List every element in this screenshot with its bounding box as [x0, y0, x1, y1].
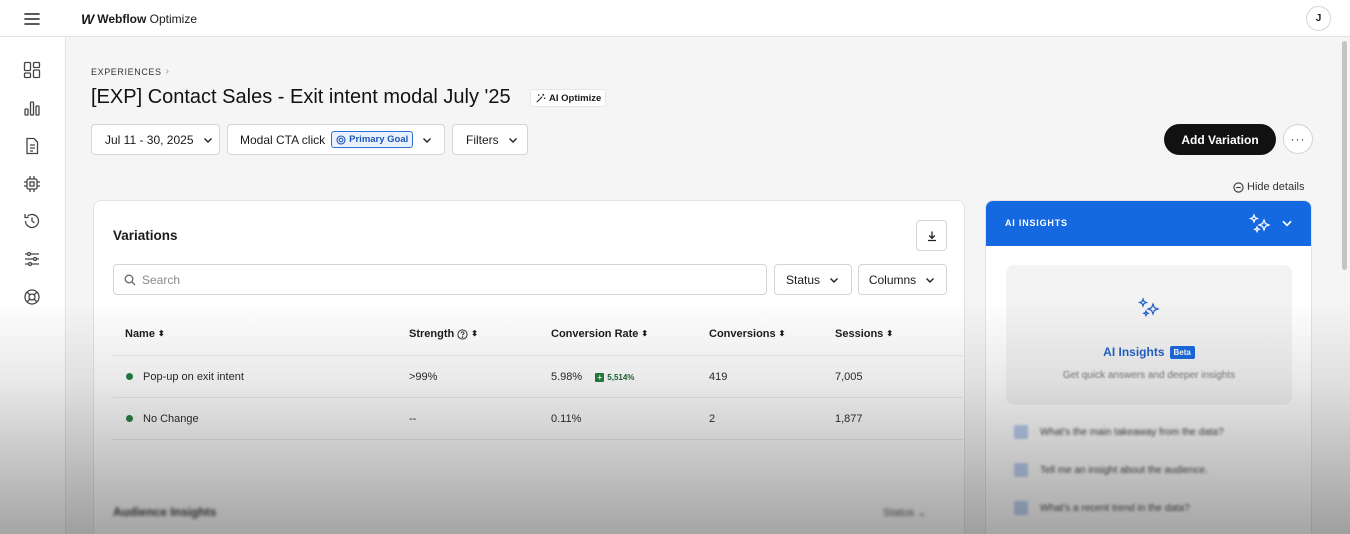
download-icon	[927, 231, 936, 241]
audience-insights-title: Audience Insights	[113, 505, 217, 519]
column-header-sessions[interactable]: Sessions ⬍	[835, 328, 893, 340]
sparkle-icon	[1137, 297, 1160, 318]
audience-status-dropdown[interactable]: Status ⌄	[883, 506, 926, 519]
sort-descending-icon: ⬍	[641, 329, 649, 338]
help-circle-icon[interactable]	[22, 287, 42, 307]
question-icon	[1014, 463, 1028, 477]
chevron-down-icon	[926, 277, 935, 283]
question-icon	[1014, 501, 1028, 515]
filters-label: Filters	[466, 132, 499, 147]
status-dot	[126, 415, 133, 422]
minus-circle-icon	[1233, 181, 1244, 193]
chevron-down-icon	[203, 137, 212, 143]
ai-insights-header: AI INSIGHTS	[986, 201, 1311, 246]
plus-icon: +	[595, 373, 605, 382]
hamburger-menu-icon[interactable]	[22, 9, 42, 29]
chevron-down-icon	[830, 277, 839, 283]
primary-goal-badge: Primary Goal	[331, 131, 414, 148]
sessions-value: 7,005	[835, 371, 863, 383]
date-range-label: Jul 11 - 30, 2025	[105, 132, 194, 147]
beta-badge: Beta	[1169, 345, 1195, 359]
history-icon[interactable]	[22, 211, 42, 231]
brand-name: Webflow Optimize	[97, 12, 198, 26]
table-row[interactable]: Pop-up on exit intent >99% 5.98% +5,514%…	[94, 356, 964, 396]
page-title: [EXP] Contact Sales - Exit intent modal …	[91, 86, 511, 108]
conversions-value: 2	[709, 413, 716, 425]
chevron-down-icon	[423, 137, 432, 143]
conversion-rate-cell: 5.98% +5,514%	[551, 371, 634, 383]
more-options-icon[interactable]: ···	[1283, 124, 1313, 154]
variations-title: Variations	[113, 228, 178, 243]
status-dropdown[interactable]: Status	[774, 264, 852, 295]
chevron-down-icon	[508, 137, 517, 143]
search-icon	[124, 274, 136, 285]
variations-card: Variations Status Columns Name⬍ Strength…	[93, 200, 965, 534]
conversions-value: 419	[709, 371, 728, 383]
suggested-question[interactable]: Tell me an insight about the audience.	[1014, 463, 1208, 477]
table-row[interactable]: No Change -- 0.11% 2 1,877	[94, 398, 964, 438]
variation-name[interactable]: No Change	[143, 413, 199, 425]
sort-icon: ⬍	[471, 329, 478, 338]
help-icon	[457, 328, 468, 340]
ai-insights-subtitle: Get quick answers and deeper insights	[1062, 370, 1236, 381]
ai-insights-header-label: AI INSIGHTS	[1005, 218, 1068, 228]
ai-optimize-badge[interactable]: AI Optimize	[530, 89, 607, 107]
columns-dropdown[interactable]: Columns	[858, 264, 947, 295]
search-input[interactable]	[142, 272, 742, 287]
sort-icon: ⬍	[886, 329, 894, 338]
scrollbar-thumb[interactable]	[1342, 41, 1347, 270]
goal-dropdown[interactable]: Modal CTA click Primary Goal	[227, 124, 445, 155]
sort-icon: ⬍	[778, 329, 786, 338]
hide-details-button[interactable]: Hide details	[1233, 181, 1304, 193]
chip-icon[interactable]	[22, 174, 42, 194]
strength-value: --	[409, 413, 417, 425]
target-icon	[336, 134, 346, 145]
strength-value: >99%	[409, 371, 438, 383]
left-sidebar	[0, 37, 66, 534]
sessions-value: 1,877	[835, 413, 863, 425]
sliders-icon[interactable]	[22, 249, 42, 269]
conversion-rate-value: 5.98%	[551, 371, 583, 383]
breadcrumb[interactable]: EXPERIENCES ›	[91, 66, 170, 77]
add-variation-button[interactable]: Add Variation	[1164, 124, 1276, 155]
variation-name[interactable]: Pop-up on exit intent	[143, 371, 244, 383]
document-icon[interactable]	[22, 136, 42, 156]
suggested-question[interactable]: What's a recent trend in the data?	[1014, 501, 1190, 515]
filters-dropdown[interactable]: Filters	[452, 124, 528, 155]
webflow-logo-icon: W	[81, 11, 94, 27]
lift-badge: +5,514%	[595, 373, 634, 382]
ai-insights-intro: AI Insights Beta Get quick answers and d…	[1006, 265, 1292, 405]
divider	[113, 439, 963, 440]
chevron-right-icon: ›	[165, 66, 170, 77]
date-range-dropdown[interactable]: Jul 11 - 30, 2025	[91, 124, 220, 155]
ai-insights-panel: AI INSIGHTS AI Insights Beta Get quick a…	[985, 200, 1312, 534]
goal-label: Modal CTA click	[240, 132, 326, 147]
column-header-strength[interactable]: Strength ⬍	[409, 328, 478, 340]
sparkle-icon	[1248, 213, 1271, 234]
status-dot	[126, 373, 133, 380]
top-bar: W Webflow Optimize J	[0, 0, 1350, 37]
download-button[interactable]	[916, 220, 947, 251]
magic-wand-icon	[536, 93, 546, 103]
breadcrumb-experiences[interactable]: EXPERIENCES	[91, 67, 162, 77]
search-field[interactable]	[113, 264, 767, 295]
ai-insights-title: AI Insights Beta	[1006, 345, 1292, 359]
column-header-conversions[interactable]: Conversions ⬍	[709, 328, 785, 340]
suggested-question[interactable]: What's the main takeaway from the data?	[1014, 425, 1224, 439]
brand[interactable]: W Webflow Optimize	[81, 11, 197, 27]
column-header-conversion-rate[interactable]: Conversion Rate ⬍	[551, 328, 648, 340]
conversion-rate-value: 0.11%	[551, 413, 582, 425]
bar-chart-icon[interactable]	[22, 98, 42, 118]
column-header-name[interactable]: Name ⬍	[125, 328, 165, 340]
sort-icon: ⬍	[157, 329, 165, 338]
chevron-down-icon[interactable]	[1280, 216, 1294, 230]
question-icon	[1014, 425, 1028, 439]
avatar[interactable]: J	[1306, 6, 1331, 31]
dashboard-icon[interactable]	[22, 60, 42, 80]
